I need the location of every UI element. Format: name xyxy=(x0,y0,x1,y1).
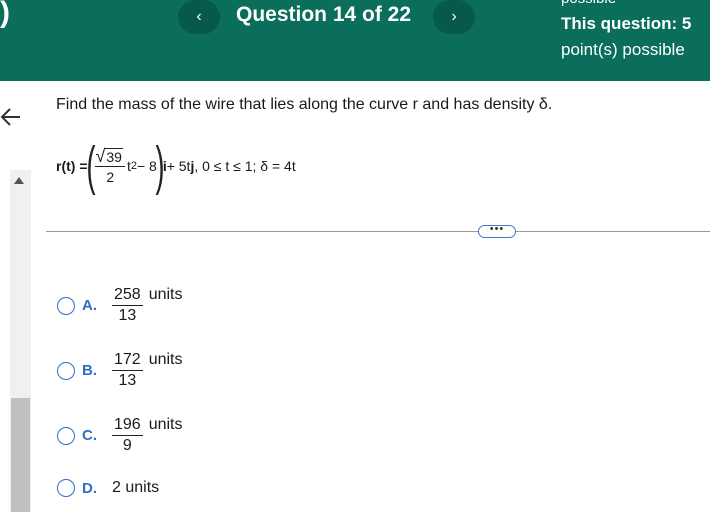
radio-c[interactable] xyxy=(57,426,75,445)
points-line-1: This question: 5 xyxy=(561,14,692,33)
right-paren: ) xyxy=(155,136,165,196)
fraction-denominator: 13 xyxy=(118,372,137,389)
choice-c[interactable]: C. 196 9 units xyxy=(57,416,183,455)
choice-unit: units xyxy=(148,350,183,368)
scroll-up-icon[interactable] xyxy=(14,177,24,184)
formula-plus-5t: + 5t xyxy=(166,158,191,174)
curve-formula: r(t) = ( √ 39 2 t2 − 8 ) i + 5t j, 0 ≤ t … xyxy=(56,138,296,194)
choice-letter: D. xyxy=(82,479,97,497)
menu-toggle[interactable]: ) xyxy=(0,0,10,30)
scrollbar-thumb[interactable] xyxy=(11,398,30,512)
fraction-numerator: 258 xyxy=(112,286,143,306)
formula-constraints: , 0 ≤ t ≤ 1; δ = 4t xyxy=(194,158,296,174)
fraction-numerator: 196 xyxy=(112,416,143,436)
choice-unit: units xyxy=(148,285,183,303)
radio-a[interactable] xyxy=(57,296,75,315)
left-paren: ( xyxy=(85,136,95,196)
choice-unit: units xyxy=(148,415,183,433)
sqrt-argument: 39 xyxy=(105,148,123,165)
arrow-left-icon xyxy=(0,108,20,126)
chevron-right-icon: › xyxy=(451,8,457,25)
choice-fraction: 172 13 xyxy=(112,351,143,390)
question-prompt: Find the mass of the wire that lies alon… xyxy=(56,96,553,113)
fraction-denominator: 13 xyxy=(118,307,137,324)
formula-lhs: r(t) = xyxy=(56,158,88,174)
formula-fraction: √ 39 2 xyxy=(95,146,125,185)
more-options-button[interactable]: ••• xyxy=(478,224,516,238)
radio-b[interactable] xyxy=(57,361,75,380)
question-counter: Question 14 of 22 xyxy=(236,3,412,26)
choice-b[interactable]: B. 172 13 units xyxy=(57,351,183,390)
chevron-left-icon: ‹ xyxy=(196,8,202,25)
section-divider xyxy=(46,231,710,232)
radio-d[interactable] xyxy=(57,479,75,497)
points-line-2: point(s) possible xyxy=(561,40,685,59)
fraction-numerator: 172 xyxy=(112,351,143,371)
fraction-denominator: 9 xyxy=(122,437,132,454)
choice-value: 2 units xyxy=(112,479,160,496)
minus-eight: − 8 xyxy=(136,158,157,174)
choice-fraction: 258 13 xyxy=(112,286,143,325)
next-question-button[interactable]: › xyxy=(433,0,475,34)
previous-question-button[interactable]: ‹ xyxy=(178,0,220,34)
sqrt-symbol: √ xyxy=(95,146,106,166)
question-header: ) ‹ Question 14 of 22 › possible This qu… xyxy=(0,0,710,81)
choice-letter: B. xyxy=(82,362,97,379)
back-arrow-icon[interactable] xyxy=(0,105,22,133)
fraction-denominator: 2 xyxy=(106,169,115,185)
choice-a[interactable]: A. 258 13 units xyxy=(57,286,183,325)
choice-letter: A. xyxy=(82,297,97,314)
choice-letter: C. xyxy=(82,427,97,444)
choice-fraction: 196 9 xyxy=(112,416,143,455)
choice-d[interactable]: D. 2 units xyxy=(57,479,159,497)
points-text-clipped: possible xyxy=(561,0,616,7)
